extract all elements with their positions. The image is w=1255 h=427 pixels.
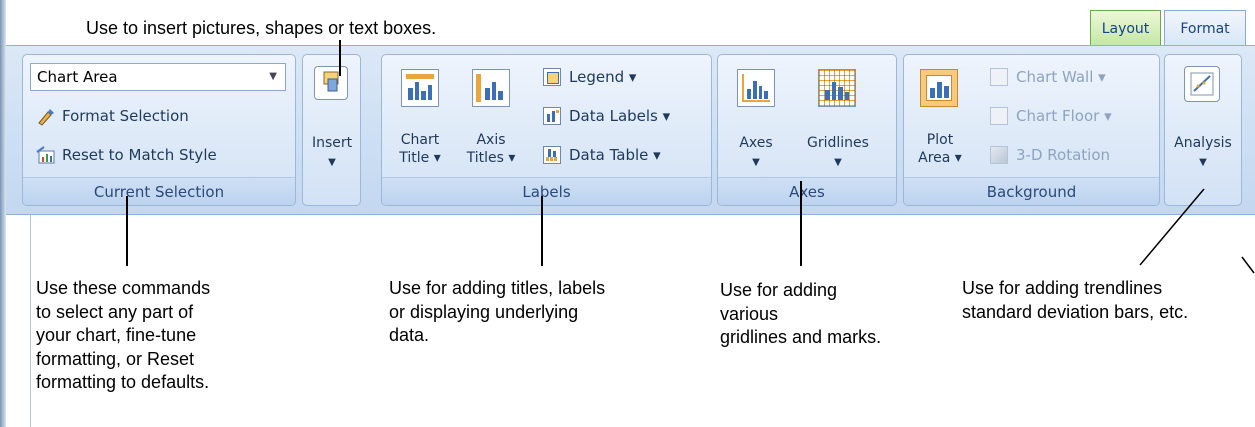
annotation-line: Use for adding bbox=[720, 280, 838, 300]
data-labels-label: Data Labels ▾ bbox=[569, 107, 671, 125]
annotation-line: Use for adding trendlines bbox=[962, 278, 1163, 298]
plot-area-icon bbox=[920, 69, 958, 107]
chart-floor-button[interactable]: Chart Floor ▾ bbox=[990, 107, 1112, 125]
format-selection-button[interactable]: Format Selection bbox=[36, 107, 189, 126]
annotation-line: Use for adding titles, labels bbox=[389, 278, 606, 298]
data-labels-icon bbox=[543, 107, 561, 125]
data-table-button[interactable]: Data Table ▾ bbox=[543, 146, 661, 164]
annotation-line: to select any part of bbox=[36, 301, 194, 322]
annotation-line: or displaying underlying bbox=[389, 301, 579, 322]
analysis-icon bbox=[1184, 66, 1220, 102]
annotation-line: standard deviation bars, etc. bbox=[962, 301, 1189, 322]
reset-style-icon bbox=[36, 146, 55, 164]
analysis-annotation: Use for adding trendlines standard devia… bbox=[962, 277, 1188, 324]
3d-rotation-label: 3-D Rotation bbox=[1016, 146, 1111, 164]
tab-layout[interactable]: Layout bbox=[1090, 10, 1161, 46]
chart-title-label-line2: Title ▾ bbox=[399, 150, 441, 166]
chart-floor-icon bbox=[990, 107, 1008, 125]
insert-button[interactable]: Insert ▼ bbox=[312, 134, 352, 172]
axes-btn-label: Axes bbox=[739, 135, 773, 151]
chart-element-selector[interactable]: Chart Area ▼ bbox=[30, 63, 286, 91]
insert-shapes-icon bbox=[314, 66, 348, 100]
reset-style-label: Reset to Match Style bbox=[62, 146, 217, 164]
axes-annotation: Use for adding various gridlines and mar… bbox=[720, 279, 881, 350]
insert-annotation: Use to insert pictures, shapes or text b… bbox=[86, 18, 437, 38]
gridlines-icon bbox=[818, 69, 856, 107]
group-label-current-selection: Current Selection bbox=[23, 177, 295, 205]
chevron-down-icon: ▼ bbox=[752, 157, 760, 168]
group-label-labels: Labels bbox=[382, 177, 711, 205]
chart-title-icon bbox=[401, 69, 439, 107]
chart-wall-icon bbox=[990, 68, 1008, 86]
insert-label: Insert bbox=[312, 135, 353, 151]
current-selection-annotation: Use these commands to select any part of… bbox=[36, 277, 210, 395]
annotation-line: data. bbox=[389, 325, 430, 345]
chart-title-button[interactable]: Chart Title ▾ bbox=[393, 131, 447, 167]
current-selection-callout-line bbox=[126, 196, 128, 266]
analysis-callout-lines bbox=[1139, 188, 1255, 274]
axis-titles-label-line2: Titles ▾ bbox=[466, 150, 516, 166]
chart-element-value: Chart Area bbox=[37, 68, 118, 86]
analysis-button[interactable]: Analysis ▼ bbox=[1165, 134, 1241, 172]
axes-icon bbox=[737, 69, 775, 107]
data-labels-button[interactable]: Data Labels ▾ bbox=[543, 107, 670, 125]
annotation-line: your chart, fine-tune bbox=[36, 325, 197, 345]
analysis-label: Analysis bbox=[1174, 135, 1232, 151]
labels-callout-line bbox=[541, 196, 543, 266]
axis-titles-label-line1: Axis bbox=[476, 132, 506, 148]
axis-titles-icon bbox=[472, 69, 510, 107]
axes-button[interactable]: Axes ▼ bbox=[734, 134, 778, 172]
chart-wall-button[interactable]: Chart Wall ▾ bbox=[990, 68, 1106, 86]
plot-area-button[interactable]: Plot Area ▾ bbox=[914, 131, 966, 167]
chevron-down-icon: ▼ bbox=[269, 71, 277, 82]
axes-callout-line bbox=[800, 181, 802, 266]
3d-rotation-icon bbox=[990, 146, 1008, 164]
axis-titles-button[interactable]: Axis Titles ▾ bbox=[463, 131, 519, 167]
annotation-line: formatting, or Reset bbox=[36, 348, 195, 369]
annotation-line: Use these commands bbox=[36, 278, 211, 298]
chevron-down-icon: ▼ bbox=[834, 157, 842, 168]
reset-to-match-style-button[interactable]: Reset to Match Style bbox=[36, 146, 217, 164]
format-selection-label: Format Selection bbox=[62, 107, 189, 125]
chart-title-label-line1: Chart bbox=[400, 132, 440, 148]
annotation-line: various bbox=[720, 303, 779, 324]
left-divider bbox=[30, 215, 31, 427]
chart-wall-label: Chart Wall ▾ bbox=[1016, 68, 1106, 86]
gridlines-button[interactable]: Gridlines ▼ bbox=[800, 134, 876, 172]
3d-rotation-button[interactable]: 3-D Rotation bbox=[990, 146, 1110, 164]
plot-area-label-line1: Plot bbox=[926, 132, 954, 148]
annotation-line: gridlines and marks. bbox=[720, 327, 882, 347]
chevron-down-icon: ▼ bbox=[1199, 157, 1207, 168]
group-label-axes: Axes bbox=[718, 177, 896, 205]
insert-callout-line bbox=[339, 40, 341, 76]
format-selection-icon bbox=[36, 107, 54, 126]
legend-icon bbox=[543, 68, 561, 86]
annotation-line: formatting to defaults. bbox=[36, 372, 210, 392]
plot-area-label-line2: Area ▾ bbox=[918, 150, 962, 166]
labels-annotation: Use for adding titles, labels or display… bbox=[389, 277, 605, 348]
tab-format[interactable]: Format bbox=[1164, 10, 1246, 46]
chevron-down-icon: ▼ bbox=[328, 157, 336, 168]
data-table-icon bbox=[543, 146, 561, 164]
legend-button[interactable]: Legend ▾ bbox=[543, 68, 636, 86]
chart-floor-label: Chart Floor ▾ bbox=[1016, 107, 1112, 125]
legend-label: Legend ▾ bbox=[569, 68, 637, 86]
data-table-label: Data Table ▾ bbox=[569, 146, 661, 164]
gridlines-btn-label: Gridlines bbox=[807, 135, 869, 151]
